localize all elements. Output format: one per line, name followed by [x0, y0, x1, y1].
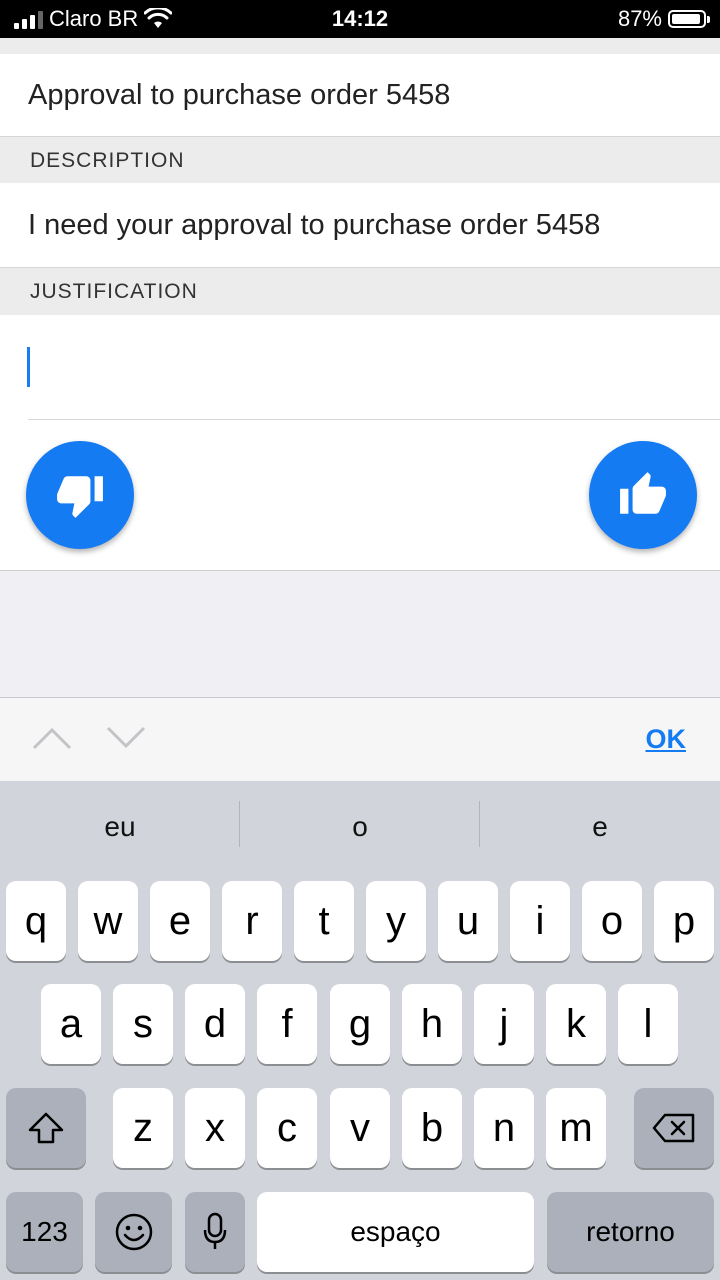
- key-j[interactable]: j: [474, 984, 534, 1064]
- key-t[interactable]: t: [294, 881, 354, 961]
- ok-button[interactable]: OK: [646, 724, 687, 755]
- dictation-key[interactable]: [185, 1192, 245, 1272]
- action-row: [0, 420, 720, 571]
- emoji-icon: [115, 1213, 152, 1251]
- key-h[interactable]: h: [402, 984, 462, 1064]
- shift-key[interactable]: [6, 1088, 86, 1168]
- description-field: I need your approval to purchase order 5…: [0, 183, 720, 267]
- title-field: Approval to purchase order 5458: [0, 54, 720, 136]
- key-v[interactable]: v: [330, 1088, 390, 1168]
- key-a[interactable]: a: [41, 984, 101, 1064]
- description-label: DESCRIPTION: [30, 149, 185, 172]
- key-q[interactable]: q: [6, 881, 66, 961]
- emoji-key[interactable]: [95, 1192, 172, 1272]
- reject-button[interactable]: [26, 441, 134, 549]
- key-m[interactable]: m: [546, 1088, 606, 1168]
- key-c[interactable]: c: [257, 1088, 317, 1168]
- delete-key[interactable]: [634, 1088, 714, 1168]
- key-z[interactable]: z: [113, 1088, 173, 1168]
- key-y[interactable]: y: [366, 881, 426, 961]
- battery-info: 87%: [617, 6, 710, 32]
- justification-label: JUSTIFICATION: [30, 280, 198, 303]
- chevron-down-icon[interactable]: [106, 726, 146, 750]
- thumbs-down-icon: [57, 476, 103, 518]
- suggestion-1[interactable]: eu: [0, 811, 240, 843]
- section-header-partial: [0, 38, 720, 54]
- chevron-up-icon[interactable]: [32, 726, 72, 750]
- key-k[interactable]: k: [546, 984, 606, 1064]
- key-d[interactable]: d: [185, 984, 245, 1064]
- numbers-key[interactable]: 123: [6, 1192, 83, 1272]
- approve-button[interactable]: [589, 441, 697, 549]
- key-n[interactable]: n: [474, 1088, 534, 1168]
- justification-input[interactable]: [0, 315, 720, 420]
- text-cursor: [27, 347, 30, 387]
- return-key[interactable]: retorno: [547, 1192, 714, 1272]
- key-u[interactable]: u: [438, 881, 498, 961]
- suggestion-3[interactable]: e: [480, 811, 720, 843]
- shift-icon: [28, 1112, 64, 1144]
- justification-header: JUSTIFICATION: [0, 267, 720, 315]
- battery-percent: 87%: [617, 6, 662, 31]
- keyboard: eu o e q w e r t y u i o p a s d f g h j…: [0, 781, 720, 1280]
- key-r[interactable]: r: [222, 881, 282, 961]
- key-p[interactable]: p: [654, 881, 714, 961]
- key-o[interactable]: o: [582, 881, 642, 961]
- space-key[interactable]: espaço: [257, 1192, 534, 1272]
- key-i[interactable]: i: [510, 881, 570, 961]
- battery-icon: [668, 10, 710, 28]
- key-x[interactable]: x: [185, 1088, 245, 1168]
- title-value: Approval to purchase order 5458: [28, 79, 451, 111]
- key-g[interactable]: g: [330, 984, 390, 1064]
- key-l[interactable]: l: [618, 984, 678, 1064]
- key-e[interactable]: e: [150, 881, 210, 961]
- description-value: I need your approval to purchase order 5…: [28, 209, 601, 241]
- key-w[interactable]: w: [78, 881, 138, 961]
- microphone-icon: [203, 1212, 227, 1249]
- keyboard-accessory-bar: OK: [0, 697, 720, 782]
- status-time: 14:12: [331, 6, 389, 31]
- status-bar: Claro BR 14:12 87%: [0, 0, 720, 38]
- key-f[interactable]: f: [257, 984, 317, 1064]
- key-s[interactable]: s: [113, 984, 173, 1064]
- suggestion-2[interactable]: o: [240, 811, 480, 843]
- thumbs-up-icon: [620, 472, 666, 514]
- description-header: DESCRIPTION: [0, 136, 720, 183]
- backspace-icon: [652, 1113, 695, 1143]
- key-b[interactable]: b: [402, 1088, 462, 1168]
